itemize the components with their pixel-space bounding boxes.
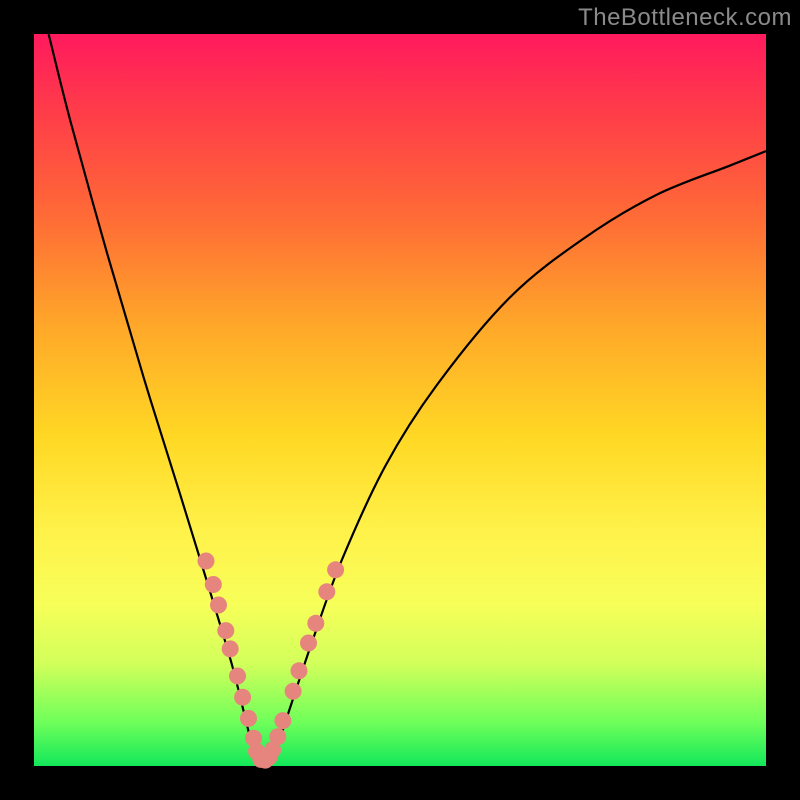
- chart-svg: [34, 34, 766, 766]
- highlight-dot: [307, 615, 324, 632]
- watermark-text: TheBottleneck.com: [578, 4, 792, 32]
- highlight-dot: [198, 553, 215, 570]
- bottleneck-curve: [49, 34, 766, 768]
- highlight-dot: [318, 583, 335, 600]
- highlight-dot: [240, 710, 257, 727]
- highlight-dot: [269, 728, 286, 745]
- highlight-dot: [234, 689, 251, 706]
- highlight-dot: [217, 622, 234, 639]
- highlight-dot: [274, 712, 291, 729]
- highlight-dot: [300, 635, 317, 652]
- highlight-dot: [205, 576, 222, 593]
- highlight-dot: [222, 640, 239, 657]
- plot-area: [34, 34, 766, 766]
- highlight-dot: [285, 683, 302, 700]
- highlighted-points-group: [198, 553, 345, 769]
- highlight-dot: [210, 597, 227, 614]
- highlight-dot: [291, 662, 308, 679]
- highlight-dot: [229, 668, 246, 685]
- chart-frame: TheBottleneck.com: [0, 0, 800, 800]
- highlight-dot: [327, 561, 344, 578]
